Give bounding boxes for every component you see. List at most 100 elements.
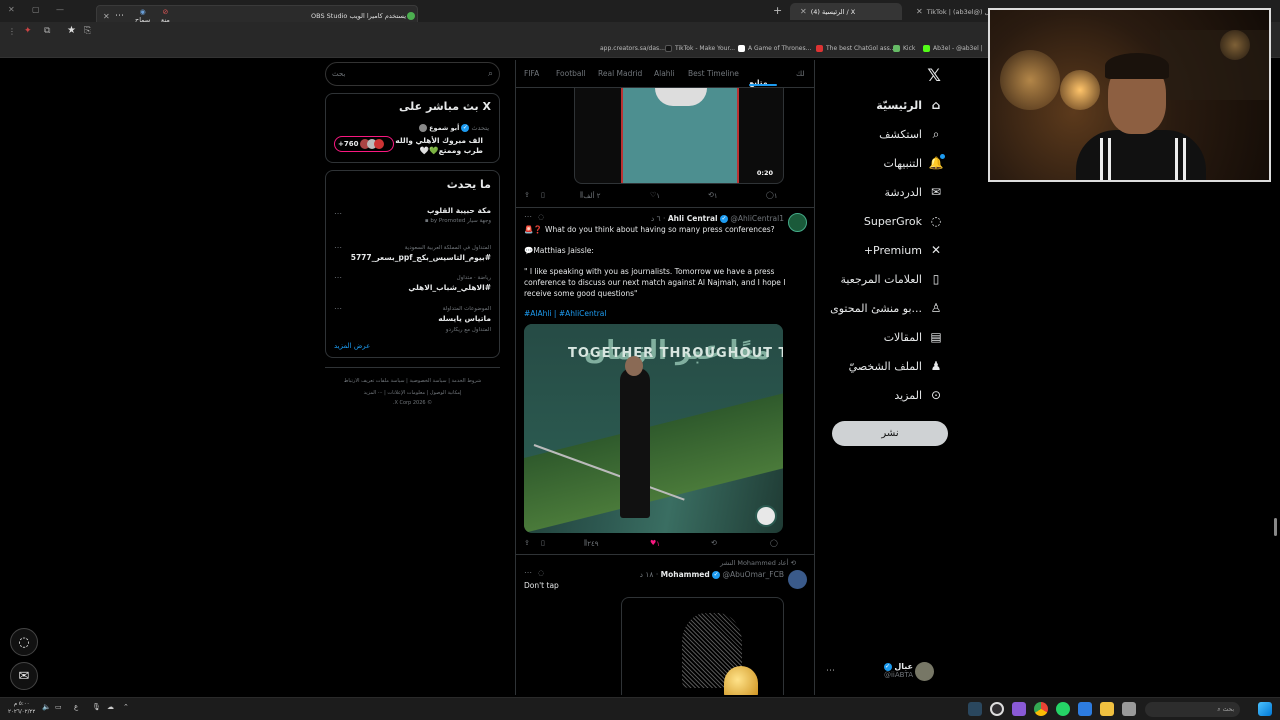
search-input[interactable]: ⌕ بحث: [325, 62, 500, 86]
reply-button[interactable]: ◯: [770, 539, 778, 547]
mail-icon[interactable]: ✉: [10, 662, 38, 690]
trend-item[interactable]: مكة حبيبة القلوب وجهة سيار by Promoted ▪: [425, 204, 491, 224]
tweet-hashtags[interactable]: #AlAhli | #AhliCentral: [524, 308, 794, 319]
bookmark-item[interactable]: Kick: [893, 45, 915, 52]
new-tab-button[interactable]: +: [773, 4, 782, 17]
window-restore-icon[interactable]: —: [56, 5, 64, 14]
trend-item[interactable]: المتداول في المملكة العربية السعودية #بي…: [351, 245, 491, 262]
video-player[interactable]: 0:20: [574, 88, 784, 184]
bookmark-item[interactable]: app.creators.sa/das...: [600, 45, 665, 52]
nav-bookmarks[interactable]: ▯ العلامات المرجعية: [840, 272, 943, 286]
reply-button[interactable]: ◯ ١: [766, 191, 778, 200]
nav-profile[interactable]: ♟ الملف الشخصيّ: [849, 359, 943, 373]
views-count[interactable]: ⫼ ٢٤٩: [584, 539, 599, 548]
tab-x-home[interactable]: ✕ (4) الرئيسية / X: [790, 3, 902, 20]
taskview-icon[interactable]: [1122, 702, 1136, 716]
trend-item[interactable]: الموضوعات المتداولة ماتياس يايسله المتدا…: [438, 306, 491, 333]
nav-creator-studio[interactable]: ♙ ...بو منشئ المحتوى: [830, 301, 943, 315]
scrollbar[interactable]: [1274, 518, 1277, 536]
close-icon[interactable]: ✕: [103, 12, 110, 21]
nav-supergrok[interactable]: ◌ SuperGrok: [864, 214, 943, 228]
listeners-count[interactable]: +760: [334, 136, 394, 152]
account-switcher[interactable]: ⋯ عبال ✓ @iiABTA: [826, 660, 946, 688]
club-badge-icon: [755, 505, 777, 527]
bookmark-item[interactable]: Ab3el - @ab3el |: [923, 45, 983, 52]
tab-for-you[interactable]: لك: [796, 69, 805, 78]
share-icon[interactable]: ⇪: [524, 191, 530, 199]
repost-button[interactable]: ⟲: [711, 539, 717, 547]
tab-tiktok[interactable]: ✕ TikTok | (ab3el@) عبال: [906, 3, 988, 20]
nav-notifications[interactable]: 🔔 التنبيهات: [884, 154, 945, 170]
mic-icon[interactable]: 🎙: [92, 703, 101, 711]
app-icon[interactable]: [1078, 702, 1092, 716]
bookmark-item[interactable]: A Game of Thrones...: [738, 45, 811, 52]
tab-football[interactable]: Football: [556, 69, 586, 78]
taskbar-search[interactable]: بحث ⌕: [1145, 702, 1240, 717]
more-icon[interactable]: ⋯: [334, 209, 342, 218]
show-more-link[interactable]: عرض المزيد: [334, 342, 370, 350]
nav-articles[interactable]: ▤ المقالات: [884, 330, 943, 344]
close-icon[interactable]: ✕: [800, 7, 807, 16]
bookmark-item[interactable]: The best ChatGol ass...: [816, 45, 896, 52]
window-minimize-icon[interactable]: ▢: [32, 5, 40, 14]
live-host[interactable]: يتحدث ✓ أبو شموع: [418, 124, 489, 132]
bookmark-icon[interactable]: ▯: [541, 539, 545, 547]
grok-icon[interactable]: ◌: [538, 213, 544, 221]
tweet-header: Ahli Central ✓ @AhliCentral1 · ٦ د: [650, 214, 784, 223]
start-icon[interactable]: [1258, 702, 1272, 716]
menu-icon[interactable]: ⋮: [8, 27, 16, 36]
whatsapp-icon[interactable]: [1056, 702, 1070, 716]
app-icon[interactable]: [1012, 702, 1026, 716]
nav-chat[interactable]: ✉ الدردشة: [884, 185, 943, 199]
chrome-icon[interactable]: [1034, 702, 1048, 716]
tab-alahli[interactable]: Alahli: [654, 69, 675, 78]
tab-fifa[interactable]: FIFA: [524, 69, 539, 78]
tab-best-timeline[interactable]: Best Timeline: [688, 69, 739, 78]
post-button[interactable]: نشر: [832, 421, 948, 446]
search-icon: ⌕: [487, 69, 493, 79]
verified-icon: ✓: [883, 662, 892, 671]
nav-home[interactable]: ⌂ الرئيسيّة: [876, 98, 943, 112]
close-icon[interactable]: ✕: [916, 7, 923, 16]
clock[interactable]: ٥:٠٠ م ٢٠٢٦/٠٢/٢٢: [8, 700, 35, 716]
tab-real-madrid[interactable]: Real Madrid: [598, 69, 642, 78]
footer-links[interactable]: شروط الخدمة | سياسة الخصوصية | سياسة ملف…: [325, 378, 500, 384]
bookmark-icon[interactable]: ▯: [541, 191, 545, 199]
share-icon[interactable]: ⇪: [524, 539, 530, 547]
star-icon[interactable]: ★: [67, 25, 76, 36]
like-button[interactable]: ♥ ١: [650, 539, 660, 548]
grok-icon[interactable]: ◌: [10, 628, 38, 656]
volume-icon[interactable]: 🔈: [42, 703, 51, 711]
like-button[interactable]: ♡ ١: [650, 191, 660, 200]
network-icon[interactable]: ▭: [55, 703, 62, 711]
chevron-up-icon[interactable]: ⌃: [123, 703, 129, 711]
more-icon[interactable]: ⋯: [334, 304, 342, 313]
more-icon[interactable]: ⋯: [334, 273, 342, 282]
tweet-photo[interactable]: معًا عبر الزمان TOGETHER THROUGHOUT TIME: [524, 324, 783, 533]
language-icon[interactable]: ع: [74, 703, 78, 711]
cloud-icon[interactable]: ☁: [107, 703, 114, 711]
window-close-icon[interactable]: ✕: [8, 5, 15, 14]
extension-icon[interactable]: ✦: [24, 26, 32, 36]
folder-icon[interactable]: [1100, 702, 1114, 716]
more-icon[interactable]: ⋯: [524, 568, 532, 577]
bookmark-item[interactable]: TikTok - Make Your...: [665, 45, 735, 52]
x-logo-icon[interactable]: 𝕏: [927, 66, 941, 86]
views-count[interactable]: ⫼ ٢ ألف: [580, 191, 601, 200]
video-player[interactable]: [621, 597, 784, 695]
more-icon[interactable]: ⋯: [334, 243, 342, 252]
obs-icon[interactable]: [990, 702, 1004, 716]
trend-item[interactable]: رياضة · متداول #الاهلي_شباب_الاهلي: [408, 275, 491, 292]
steam-icon[interactable]: [968, 702, 982, 716]
nav-explore[interactable]: ⌕ استكشف: [879, 127, 943, 141]
nav-more[interactable]: ⊙ المزيد: [894, 388, 943, 402]
more-icon[interactable]: ⋯: [524, 212, 532, 221]
extensions-icon[interactable]: ⧉: [44, 26, 50, 36]
repost-button[interactable]: ⟲ ١: [708, 191, 718, 200]
footer-links[interactable]: إمكانية الوصول | معلومات الإعلانات | ···…: [325, 390, 500, 396]
nav-premium[interactable]: ✕ Premium+: [864, 243, 943, 257]
person-body: [1076, 130, 1206, 180]
share-icon[interactable]: ⎘: [84, 26, 91, 36]
more-icon[interactable]: ⋯: [115, 11, 124, 21]
grok-icon[interactable]: ◌: [538, 569, 544, 577]
